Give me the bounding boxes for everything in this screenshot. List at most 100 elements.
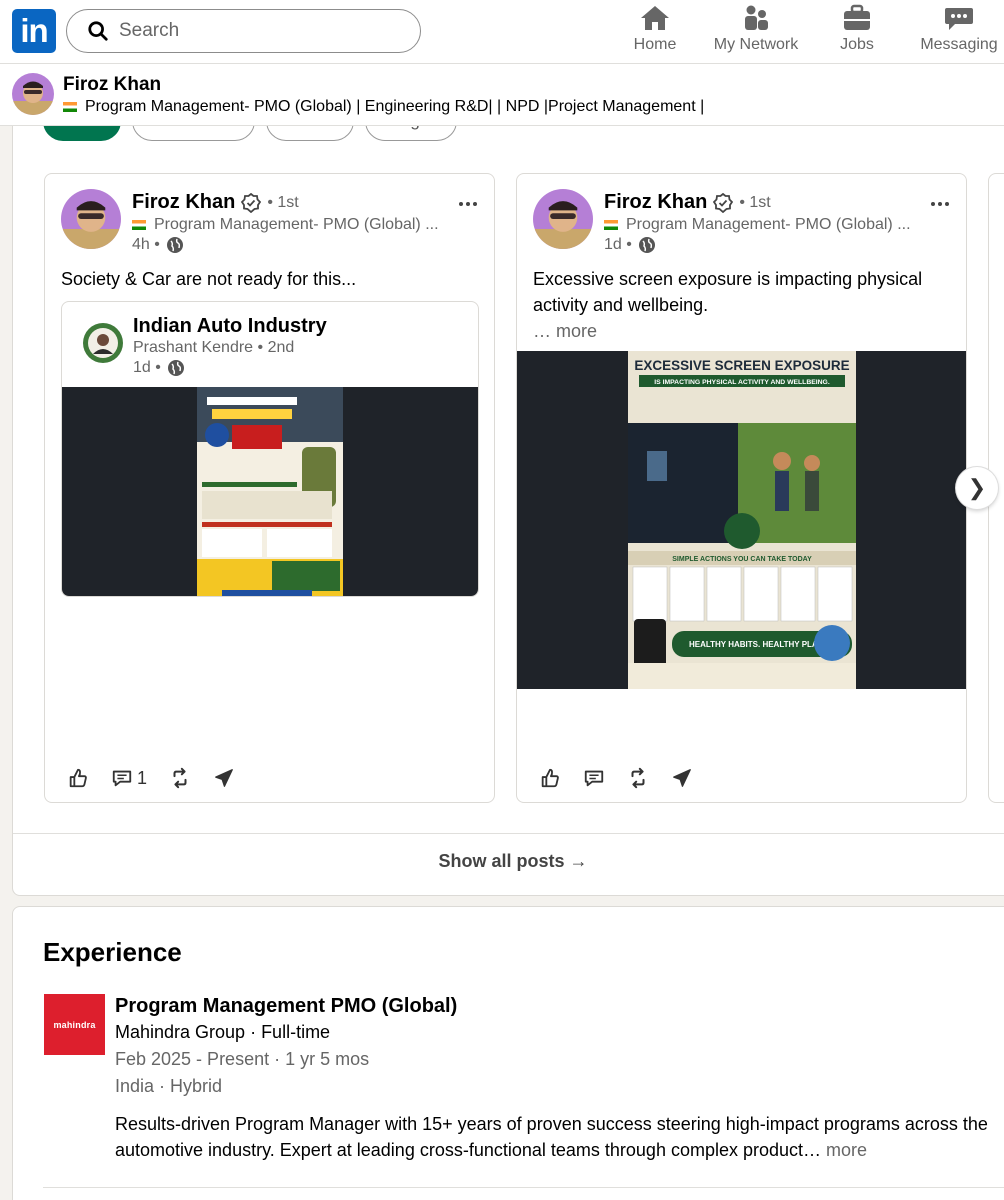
nav-my-network-label: My Network — [713, 36, 799, 53]
post-card[interactable]: Firoz Khan • 1st Program Management- PMO… — [44, 173, 495, 803]
top-nav: in Home My Network Jobs Messaging — [0, 0, 1004, 64]
post-time-text: 1d • — [604, 236, 632, 253]
company-name: Mahindra Group · Full-time — [115, 1022, 331, 1042]
see-more-link[interactable]: … more — [533, 321, 597, 341]
reshare-degree: • 2nd — [257, 339, 295, 356]
search-input[interactable] — [119, 20, 399, 42]
verified-icon — [713, 192, 734, 213]
sticky-profile-bar: Firoz Khan Program Management- PMO (Glob… — [0, 64, 1004, 126]
home-icon — [641, 6, 669, 30]
network-icon — [745, 5, 768, 30]
comment-icon — [112, 770, 132, 787]
like-icon — [69, 768, 87, 788]
post-time-text: 4h • — [132, 236, 160, 253]
briefcase-icon — [844, 4, 870, 30]
reshared-post[interactable]: Indian Auto Industry Prashant Kendre • 2… — [61, 301, 479, 597]
image-title: EXCESSIVE SCREEN EXPOSURE — [634, 358, 849, 373]
send-button[interactable] — [213, 767, 235, 789]
post-headline-text: Program Management- PMO (Global) ... — [626, 216, 911, 233]
activity-card: Posts Comments Videos Images Firoz Khan … — [12, 100, 1004, 896]
send-button[interactable] — [671, 767, 693, 789]
reshare-author: Prashant Kendre • 2nd — [133, 339, 294, 357]
post-author-name[interactable]: Firoz Khan — [604, 191, 707, 214]
like-button[interactable] — [67, 767, 89, 789]
job-location: India · Hybrid — [115, 1076, 223, 1096]
more-options-icon[interactable] — [928, 192, 952, 216]
see-more-link[interactable]: more — [826, 1140, 867, 1160]
experience-card: Experience mahindra Program Management P… — [12, 906, 1004, 1200]
india-flag-icon — [132, 219, 146, 230]
job-dates: Feb 2025 - Present · 1 yr 5 mos — [115, 1049, 370, 1069]
like-icon — [541, 768, 559, 788]
post-author-name[interactable]: Firoz Khan — [132, 191, 235, 214]
search-box[interactable] — [66, 9, 421, 53]
nav-jobs[interactable]: Jobs — [807, 4, 907, 60]
infographic-image: EXCESSIVE SCREEN EXPOSURE IS IMPACTING P… — [628, 351, 856, 689]
comment-button[interactable]: 1 — [111, 767, 147, 789]
post-card[interactable]: Firoz Khan • 1st Program Management- PMO… — [516, 173, 967, 803]
verified-icon — [241, 192, 262, 213]
comment-count: 1 — [137, 767, 148, 788]
carousel-next-button[interactable]: ❯ — [956, 467, 998, 509]
nav-messaging[interactable]: Messaging — [909, 4, 1004, 60]
infographic-image — [197, 387, 343, 596]
divider — [43, 1187, 1004, 1188]
reshare-time-text: 1d • — [133, 359, 161, 376]
nav-home[interactable]: Home — [605, 4, 705, 60]
connection-degree: • 1st — [267, 193, 299, 211]
repost-button[interactable] — [627, 767, 649, 789]
globe-icon — [638, 237, 655, 253]
section-title: Experience — [43, 937, 182, 967]
divider — [13, 833, 1004, 834]
post-author[interactable]: Firoz Khan • 1st — [132, 191, 299, 214]
india-flag-icon — [63, 101, 77, 112]
avatar[interactable] — [533, 189, 593, 249]
nav-my-network[interactable]: My Network — [706, 4, 806, 60]
image-subtitle: IS IMPACTING PHYSICAL ACTIVITY AND WELLB… — [654, 379, 830, 386]
post-text-body: Excessive screen exposure is impacting p… — [533, 269, 923, 315]
comment-icon — [584, 770, 604, 787]
profile-name: Firoz Khan — [63, 74, 162, 95]
post-author[interactable]: Firoz Khan • 1st — [604, 191, 771, 214]
post-headline-text: Program Management- PMO (Global) ... — [154, 216, 439, 233]
image-section-label: SIMPLE ACTIONS YOU CAN TAKE TODAY — [672, 556, 812, 563]
post-image[interactable] — [62, 387, 478, 596]
more-options-icon[interactable] — [456, 192, 480, 216]
post-actions: 1 — [67, 764, 257, 792]
post-text: Society & Car are not ready for this... — [61, 269, 357, 289]
send-icon — [673, 769, 691, 787]
globe-icon — [167, 360, 184, 376]
search-icon — [88, 21, 108, 41]
globe-icon — [166, 237, 183, 253]
post-headline: Program Management- PMO (Global) ... — [132, 216, 439, 234]
job-title: Program Management PMO (Global) — [115, 995, 458, 1017]
image-footer: HEALTHY HABITS. HEALTHY PLANET. — [689, 640, 835, 649]
nav-messaging-label: Messaging — [920, 36, 998, 53]
connection-degree: • 1st — [739, 193, 771, 211]
post-time: 4h • — [132, 236, 184, 254]
post-time: 1d • — [604, 236, 656, 254]
profile-headline-text: Program Management- PMO (Global) | Engin… — [85, 98, 705, 115]
avatar[interactable] — [82, 322, 124, 364]
company-logo[interactable]: mahindra — [44, 994, 105, 1055]
repost-icon — [631, 767, 645, 789]
reshare-title[interactable]: Indian Auto Industry — [133, 315, 327, 338]
post-headline: Program Management- PMO (Global) ... — [604, 216, 911, 234]
avatar[interactable] — [12, 73, 54, 115]
like-button[interactable] — [539, 767, 561, 789]
post-text: Excessive screen exposure is impacting p… — [533, 266, 953, 344]
linkedin-logo[interactable]: in — [12, 9, 56, 53]
avatar[interactable] — [61, 189, 121, 249]
post-actions — [539, 764, 715, 792]
repost-button[interactable] — [169, 767, 191, 789]
profile-headline: Program Management- PMO (Global) | Engin… — [63, 98, 704, 116]
nav-home-label: Home — [633, 36, 677, 53]
show-all-posts-button[interactable]: Show all posts → — [13, 851, 1004, 872]
job-description: Results-driven Program Manager with 15+ … — [115, 1111, 995, 1163]
reshare-time: 1d • — [133, 359, 185, 377]
reshare-author-name: Prashant Kendre — [133, 339, 254, 356]
repost-icon — [173, 767, 187, 789]
messaging-icon — [945, 8, 973, 30]
comment-button[interactable] — [583, 767, 605, 789]
post-image[interactable]: EXCESSIVE SCREEN EXPOSURE IS IMPACTING P… — [517, 351, 966, 689]
